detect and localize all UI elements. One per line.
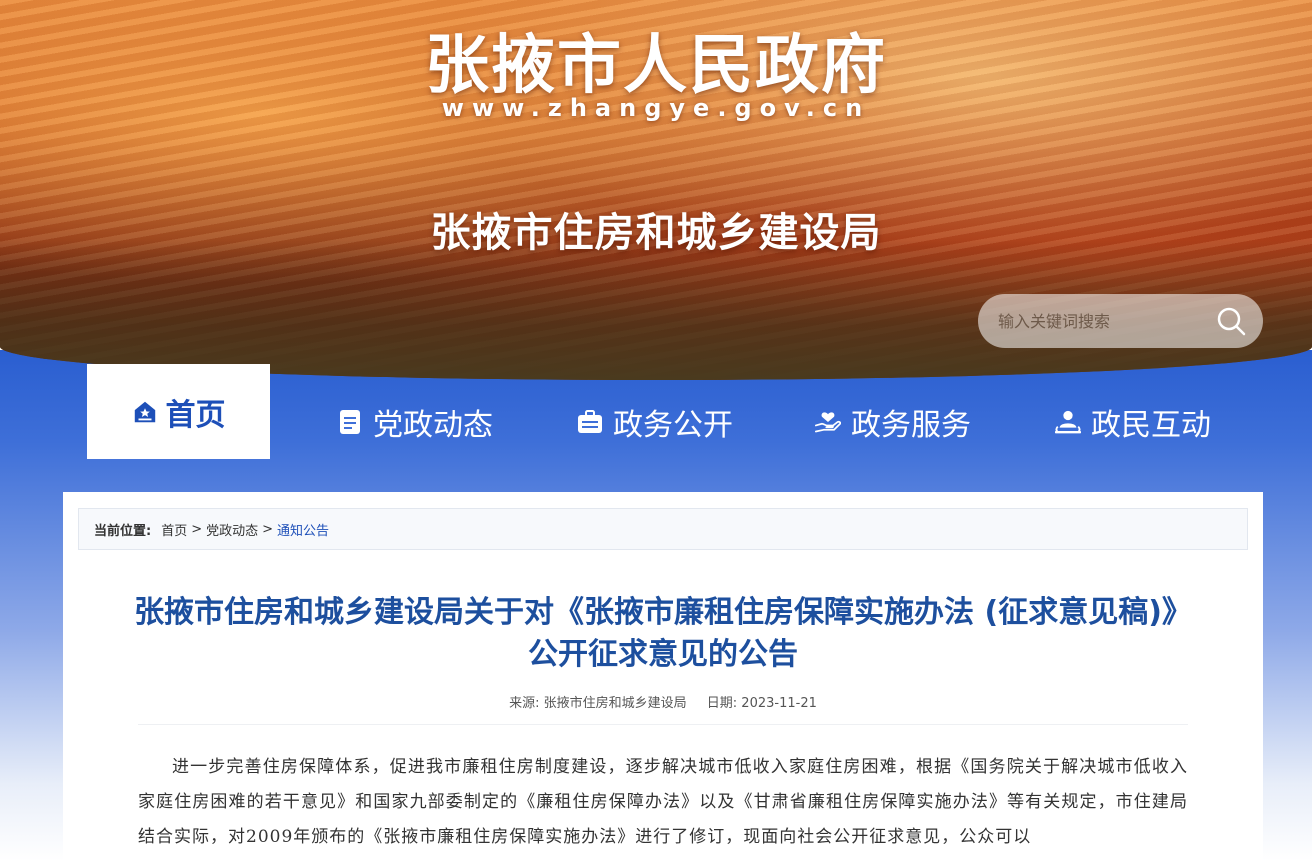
service-hand-icon (815, 409, 841, 435)
nav-home-label: 首页 (165, 397, 226, 433)
breadcrumb-link-party-news[interactable]: 党政动态 (206, 520, 258, 539)
article-source: 来源: 张掖市住房和城乡建设局 (509, 696, 687, 711)
breadcrumb-separator: > (262, 521, 274, 537)
search-input[interactable] (998, 311, 1213, 331)
meta-divider (138, 724, 1188, 725)
article-card: 当前位置: 首页 > 党政动态 > 通知公告 张掖市住房和城乡建设局关于对《张掖… (63, 492, 1263, 861)
nav-item-gov-open[interactable]: 政务公开 (577, 402, 733, 443)
article-body: 进一步完善住房保障体系，促进我市廉租住房制度建设，逐步解决城市低收入家庭住房困难… (138, 757, 1188, 847)
nav-item-label: 政务服务 (851, 408, 971, 443)
article-meta: 来源: 张掖市住房和城乡建设局 日期: 2023-11-21 (63, 692, 1263, 711)
site-url: www.zhangye.gov.cn (441, 94, 871, 122)
header-banner: 张掖市人民政府 www.zhangye.gov.cn 张掖市住房和城乡建设局 (0, 0, 1312, 380)
home-icon (132, 399, 158, 425)
nav-item-label: 政务公开 (613, 408, 733, 443)
article-date: 日期: 2023-11-21 (706, 696, 817, 711)
nav-item-interaction[interactable]: 政民互动 (1055, 402, 1211, 443)
main-nav: 首页 党政动态 政务公开 政务服务 政民互动 (0, 364, 1312, 459)
nav-item-label: 政民互动 (1091, 408, 1211, 443)
nav-item-label: 党政动态 (373, 408, 493, 443)
nav-item-party-news[interactable]: 党政动态 (337, 402, 493, 443)
search-box (978, 294, 1263, 348)
person-interact-icon (1055, 409, 1081, 435)
breadcrumb: 当前位置: 首页 > 党政动态 > 通知公告 (78, 508, 1248, 550)
breadcrumb-separator: > (191, 521, 203, 537)
site-title: 张掖市人民政府 (425, 29, 887, 103)
document-icon (337, 409, 363, 435)
breadcrumb-link-notices[interactable]: 通知公告 (277, 520, 329, 539)
breadcrumb-link-home[interactable]: 首页 (161, 520, 187, 539)
department-title: 张掖市住房和城乡建设局 (430, 210, 882, 256)
briefcase-icon (577, 409, 603, 435)
search-icon[interactable] (1213, 303, 1249, 339)
article-title: 张掖市住房和城乡建设局关于对《张掖市廉租住房保障实施办法 (征求意见稿)》公开征… (134, 595, 1192, 672)
breadcrumb-lead: 当前位置: (94, 523, 152, 539)
nav-item-gov-service[interactable]: 政务服务 (815, 402, 971, 443)
nav-home[interactable]: 首页 (87, 364, 270, 459)
